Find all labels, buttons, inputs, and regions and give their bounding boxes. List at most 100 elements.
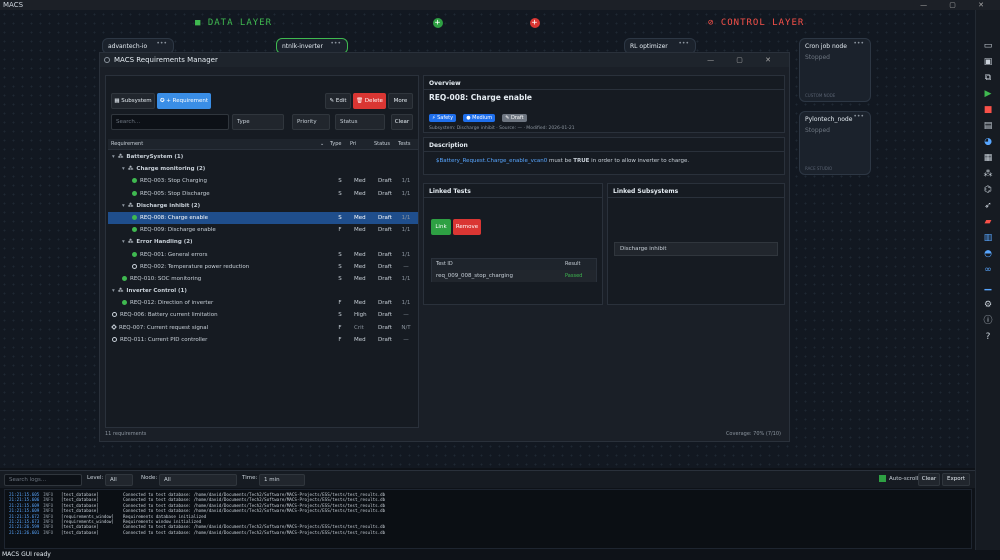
list-item[interactable]: Discharge inhibit [614, 242, 778, 256]
table-row[interactable]: REQ-005: Stop Discharge S Med Draft 1/1 [108, 188, 418, 200]
subsystem-icon: ⁂ [127, 166, 134, 173]
more-button[interactable]: More [388, 93, 413, 109]
table-row[interactable]: REQ-006: Battery current limitation S High… [108, 309, 418, 321]
col-pri[interactable]: Pri [350, 139, 356, 150]
cell-status: Draft [378, 178, 392, 185]
cell-status: Draft [378, 214, 392, 221]
network-icon[interactable]: ⁂ [976, 166, 1000, 182]
col-type[interactable]: Type [330, 139, 341, 150]
node-menu-icon[interactable]: ••• [853, 40, 864, 47]
cell-status: Draft [378, 312, 392, 319]
description-part: in order to allow inverter to charge. [589, 158, 690, 164]
node-status: Stopped [805, 54, 830, 61]
table-row[interactable]: REQ-012: Direction of inverter F Med Draft 1… [108, 297, 418, 309]
expand-arrow-icon[interactable]: ▾ [112, 288, 115, 294]
node-pylontech[interactable]: ••• Pylontech_node Stopped RACE STUDIO [799, 111, 871, 175]
tree-group[interactable]: ▾ ⁂ Error Handling (2) [108, 236, 418, 248]
autoscroll-toggle[interactable]: Auto-scroll [879, 475, 918, 482]
table-row[interactable]: req_009_008_stop_charging Passed [432, 270, 596, 282]
search-input[interactable]: Search... [111, 114, 229, 130]
folder-icon[interactable]: ▭ [976, 38, 1000, 54]
clipboard-icon[interactable]: ▥ [976, 230, 1000, 246]
cell-pri: Med [354, 336, 366, 343]
graph-icon[interactable]: ⌬ [976, 182, 1000, 198]
link-test-button[interactable]: Link [431, 219, 451, 235]
requirement-text: Discharge inhibit (2) [136, 202, 201, 209]
requirement-label: REQ-006: Battery current limitation [112, 309, 218, 321]
remove-test-button[interactable]: Remove [453, 219, 481, 235]
requirement-label: REQ-003: Stop Charging [132, 175, 207, 187]
requirements-dialog: MACS Requirements Manager — ▢ ✕ ▦ Subsys… [99, 52, 790, 442]
clear-log-button[interactable]: Clear [918, 473, 940, 486]
control-layer-label[interactable]: ⊘ CONTROL LAYER [708, 18, 804, 28]
time-select[interactable]: 1 min [259, 474, 305, 486]
expand-arrow-icon[interactable]: ▾ [122, 239, 125, 245]
clear-filters-button[interactable]: Clear [391, 114, 413, 130]
play-icon[interactable]: ▶ [976, 86, 1000, 102]
tree-group[interactable]: ▾ ⁂ Inverter Control (1) [108, 285, 418, 297]
node-menu-icon[interactable]: ••• [330, 40, 341, 47]
tree-group[interactable]: ▾ ⁂ BatterySystem (1) [108, 151, 418, 163]
node-cron-job[interactable]: ••• Cron job node Stopped CUSTOM NODE [799, 38, 871, 102]
document-icon[interactable]: ▤ [976, 118, 1000, 134]
status-dot-icon [132, 263, 137, 269]
tree-group[interactable]: ▾ ⁂ Charge monitoring (2) [108, 163, 418, 175]
table-icon[interactable]: ▦ [976, 150, 1000, 166]
table-row[interactable]: REQ-002: Temperature power reduction S Med… [108, 261, 418, 273]
expand-arrow-icon[interactable]: ▾ [122, 166, 125, 172]
table-row[interactable]: REQ-003: Stop Charging S Med Draft 1/1 [108, 175, 418, 187]
table-row[interactable]: REQ-007: Current request signal F Crit Draf… [108, 322, 418, 334]
table-row[interactable]: REQ-009: Discharge enable F Med Draft 1/1 [108, 224, 418, 236]
export-log-button[interactable]: Export [942, 473, 970, 486]
add-requirement-button[interactable]: ✪ + Requirement [157, 93, 211, 109]
node-menu-icon[interactable]: ••• [156, 40, 167, 47]
car-icon[interactable]: ◓ [976, 246, 1000, 262]
window-controls[interactable]: — ▢ ✕ [920, 0, 994, 10]
priority-filter[interactable]: Priority [292, 114, 330, 130]
data-layer-label[interactable]: ■ DATA LAYER [195, 18, 272, 28]
table-row[interactable]: REQ-008: Charge enable S Med Draft 1/1 [108, 211, 418, 225]
checkbox-icon[interactable] [879, 475, 886, 482]
link-icon[interactable]: ∞ [976, 262, 1000, 278]
cell-type: S [338, 214, 342, 221]
col-tests[interactable]: Tests [398, 139, 410, 150]
dialog-window-controls[interactable]: — ▢ ✕ [707, 53, 781, 67]
palette-icon[interactable]: ◕ [976, 134, 1000, 150]
save-as-icon[interactable]: ⧉ [976, 70, 1000, 86]
edit-button[interactable]: ✎ Edit [325, 93, 351, 109]
table-row[interactable]: REQ-010: SOC monitoring S Med Draft 1/1 [108, 273, 418, 285]
gear-icon[interactable]: ⚙ [976, 297, 1000, 313]
cell-status: Draft [378, 251, 392, 258]
chart-icon[interactable]: ▁ [976, 278, 1000, 294]
save-icon[interactable]: ▣ [976, 54, 1000, 70]
expand-arrow-icon[interactable]: ▾ [112, 154, 115, 160]
type-filter[interactable]: Type [232, 114, 284, 130]
subsystem-icon: ⁂ [117, 154, 124, 160]
battery-icon[interactable]: ▰ [976, 214, 1000, 230]
add-node-icon[interactable]: + [433, 18, 443, 28]
add-control-icon[interactable]: + [530, 18, 540, 28]
requirements-pane: ▦ Subsystem ✪ + Requirement ✎ Edit 🗑 Del… [105, 75, 419, 428]
node-menu-icon[interactable]: ••• [853, 113, 864, 120]
level-select[interactable]: All [105, 474, 133, 486]
table-row[interactable]: REQ-001: General errors S Med Draft 1/1 [108, 249, 418, 261]
help-icon[interactable]: ? [976, 329, 1000, 345]
sort-icon[interactable]: ⌄ [320, 139, 324, 150]
subsystem-button[interactable]: ▦ Subsystem [111, 93, 155, 109]
node-menu-icon[interactable]: ••• [678, 40, 689, 47]
cell-type: S [338, 263, 342, 270]
col-status[interactable]: Status [374, 139, 390, 150]
log-search-input[interactable]: Search logs... [4, 474, 82, 486]
table-row[interactable]: REQ-011: Current PID controller F Med Draft… [108, 334, 418, 346]
log-output[interactable]: 21:21:15.605 INFO [test_database] Connected… [4, 489, 972, 549]
info-icon[interactable]: ⓘ [976, 313, 1000, 329]
cell-status: Draft [378, 227, 392, 234]
tree-group[interactable]: ▾ ⁂ Discharge inhibit (2) [108, 200, 418, 212]
delete-button[interactable]: 🗑 Delete [353, 93, 386, 109]
status-filter[interactable]: Status [335, 114, 385, 130]
stop-icon[interactable]: ■ [976, 102, 1000, 118]
rocket-icon[interactable]: ➶ [976, 198, 1000, 214]
expand-arrow-icon[interactable]: ▾ [122, 203, 125, 209]
node-select[interactable]: All [159, 474, 237, 486]
col-requirement[interactable]: Requirement [111, 139, 143, 150]
